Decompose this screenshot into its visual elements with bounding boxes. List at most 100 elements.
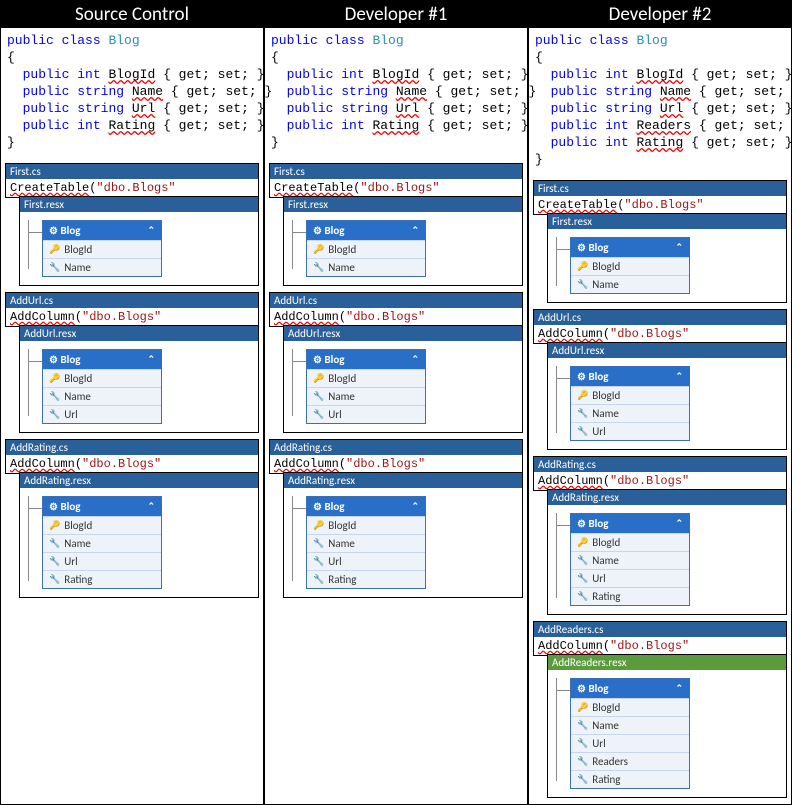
- resx-file-card: First.resx⚙ Blog⌃🔑BlogId🔧Name: [19, 196, 259, 286]
- column-name: Url: [328, 555, 341, 568]
- resx-file-title: AddRating.resx: [20, 473, 258, 488]
- cs-file-card: AddRating.csAddColumn("dbo.Blogs": [269, 439, 523, 474]
- column-name: Url: [64, 408, 77, 421]
- resx-file-title: AddUrl.resx: [548, 343, 786, 358]
- column-name: BlogId: [328, 372, 356, 385]
- table-name: Blog: [588, 517, 608, 530]
- wrench-icon: 🔧: [577, 738, 588, 749]
- schema-column: 🔑 BlogId: [571, 533, 689, 551]
- cs-file-body: AddColumn("dbo.Blogs": [6, 308, 258, 326]
- column-name: BlogId: [64, 519, 92, 532]
- schema-column: 🔧Rating: [43, 570, 161, 588]
- migration-block: First.csCreateTable("dbo.Blogs"First.res…: [269, 163, 523, 286]
- chevron-up-icon: ⌃: [411, 354, 419, 365]
- cs-file-title: First.cs: [270, 164, 522, 179]
- migration-block: AddRating.csAddColumn("dbo.Blogs"AddRati…: [269, 439, 523, 598]
- cs-file-body: AddColumn("dbo.Blogs": [534, 325, 786, 343]
- cs-file-card: First.csCreateTable("dbo.Blogs": [5, 163, 259, 198]
- tree-branch: [556, 525, 570, 526]
- cs-file-body: CreateTable("dbo.Blogs": [6, 179, 258, 197]
- key-icon: 🔑: [49, 373, 60, 384]
- column-name: Name: [64, 261, 91, 274]
- column-name: BlogId: [592, 701, 620, 714]
- cs-file-title: AddRating.cs: [6, 440, 258, 455]
- column-name: BlogId: [328, 243, 356, 256]
- migration-arg: "dbo.Blogs": [82, 310, 161, 324]
- schema-column: 🔧Name: [307, 534, 425, 552]
- column-name: Rating: [328, 573, 356, 586]
- table-name: Blog: [324, 500, 344, 513]
- resx-file-card: AddUrl.resx⚙ Blog⌃🔑BlogId🔧Name🔧Url: [283, 325, 523, 433]
- migration-method: AddColumn: [538, 474, 603, 488]
- migration-block: AddRating.csAddColumn("dbo.Blogs"AddRati…: [5, 439, 259, 598]
- wrench-icon: 🔧: [49, 409, 60, 420]
- column-name: Name: [592, 554, 619, 567]
- cs-file-card: AddRating.csAddColumn("dbo.Blogs": [5, 439, 259, 474]
- key-icon: 🔑: [577, 537, 588, 548]
- column-name: Readers: [592, 755, 628, 768]
- cs-file-body: AddColumn("dbo.Blogs": [534, 637, 786, 655]
- column-name: BlogId: [64, 372, 92, 385]
- resx-file-title: AddRating.resx: [548, 490, 786, 505]
- column: Developer #1public class Blog { public i…: [264, 0, 528, 805]
- migration-method: CreateTable: [10, 181, 89, 195]
- cs-file-body: CreateTable("dbo.Blogs": [270, 179, 522, 197]
- schema-column: 🔑 BlogId: [43, 369, 161, 387]
- key-icon: 🔑: [577, 261, 588, 272]
- migration-arg: "dbo.Blogs": [610, 639, 689, 653]
- property-name: Rating: [372, 118, 419, 133]
- table-name: Blog: [60, 500, 80, 513]
- column-name: BlogId: [592, 536, 620, 549]
- resx-file-card: AddUrl.resx ⚙ Blog⌃🔑BlogId🔧Name🔧Url: [547, 342, 787, 450]
- migration-block: AddUrl.csAddColumn("dbo.Blogs"AddUrl.res…: [533, 309, 787, 450]
- wrench-icon: 🔧: [313, 556, 324, 567]
- migration-method: AddColumn: [538, 639, 603, 653]
- wrench-icon: 🔧: [313, 538, 324, 549]
- migration-arg: "dbo.Blogs": [624, 198, 703, 212]
- resx-file-card: First.resx⚙ Blog⌃🔑BlogId🔧Name: [547, 213, 787, 303]
- migration-arg: "dbo.Blogs": [610, 327, 689, 341]
- resx-file-card: AddRating.resx⚙ Blog⌃🔑BlogId🔧Name🔧Url🔧Ra…: [547, 489, 787, 615]
- migration-stack: First.csCreateTable("dbo.Blogs"First.res…: [529, 172, 791, 804]
- migration-method: AddColumn: [274, 310, 339, 324]
- code-block: public class Blog { public int BlogId { …: [265, 28, 527, 155]
- migration-method: AddColumn: [10, 310, 75, 324]
- schema-table: ⚙ Blog⌃🔑BlogId🔧Name🔧Url🔧Readers🔧Rating: [570, 678, 690, 789]
- column-name: Rating: [64, 573, 92, 586]
- table-name: Blog: [588, 370, 608, 383]
- tree-line: [292, 220, 293, 269]
- column-name: BlogId: [64, 243, 92, 256]
- column-name: Url: [592, 572, 605, 585]
- schema-column: 🔧Name: [571, 716, 689, 734]
- column-name: BlogId: [592, 260, 620, 273]
- schema-column: 🔧Url: [571, 734, 689, 752]
- schema-column: 🔧 Url: [571, 569, 689, 587]
- wrench-icon: 🔧: [577, 426, 588, 437]
- migration-method: AddColumn: [538, 327, 603, 341]
- cs-file-card: First.csCreateTable("dbo.Blogs": [533, 180, 787, 215]
- chevron-up-icon: ⌃: [147, 225, 155, 236]
- tree-branch: [292, 232, 306, 233]
- schema-column: 🔧Name: [307, 387, 425, 405]
- cs-file-title: AddRating.cs: [270, 440, 522, 455]
- schema-table-header: ⚙ Blog⌃: [43, 497, 161, 516]
- table-icon: ⚙: [577, 517, 586, 530]
- table-wrap: ⚙ Blog⌃🔑BlogId🔧Name🔧Url: [42, 349, 258, 424]
- tree-line: [556, 237, 557, 286]
- wrench-icon: 🔧: [577, 573, 588, 584]
- migration-stack: First.csCreateTable("dbo.Blogs"First.res…: [1, 155, 263, 604]
- schema-column: 🔑 BlogId: [571, 257, 689, 275]
- table-wrap: ⚙ Blog⌃🔑BlogId🔧Name🔧Url: [570, 366, 786, 441]
- wrench-icon: 🔧: [313, 409, 324, 420]
- tree-branch: [292, 361, 306, 362]
- table-icon: ⚙: [49, 353, 58, 366]
- tree-branch: [556, 690, 570, 691]
- cs-file-card: AddRating.csAddColumn("dbo.Blogs": [533, 456, 787, 491]
- key-icon: 🔑: [313, 244, 324, 255]
- column-name: Name: [64, 537, 91, 550]
- schema-column: 🔑 BlogId: [307, 240, 425, 258]
- wrench-icon: 🔧: [577, 756, 588, 767]
- tree-branch: [292, 508, 306, 509]
- table-icon: ⚙: [49, 224, 58, 237]
- wrench-icon: 🔧: [49, 262, 60, 273]
